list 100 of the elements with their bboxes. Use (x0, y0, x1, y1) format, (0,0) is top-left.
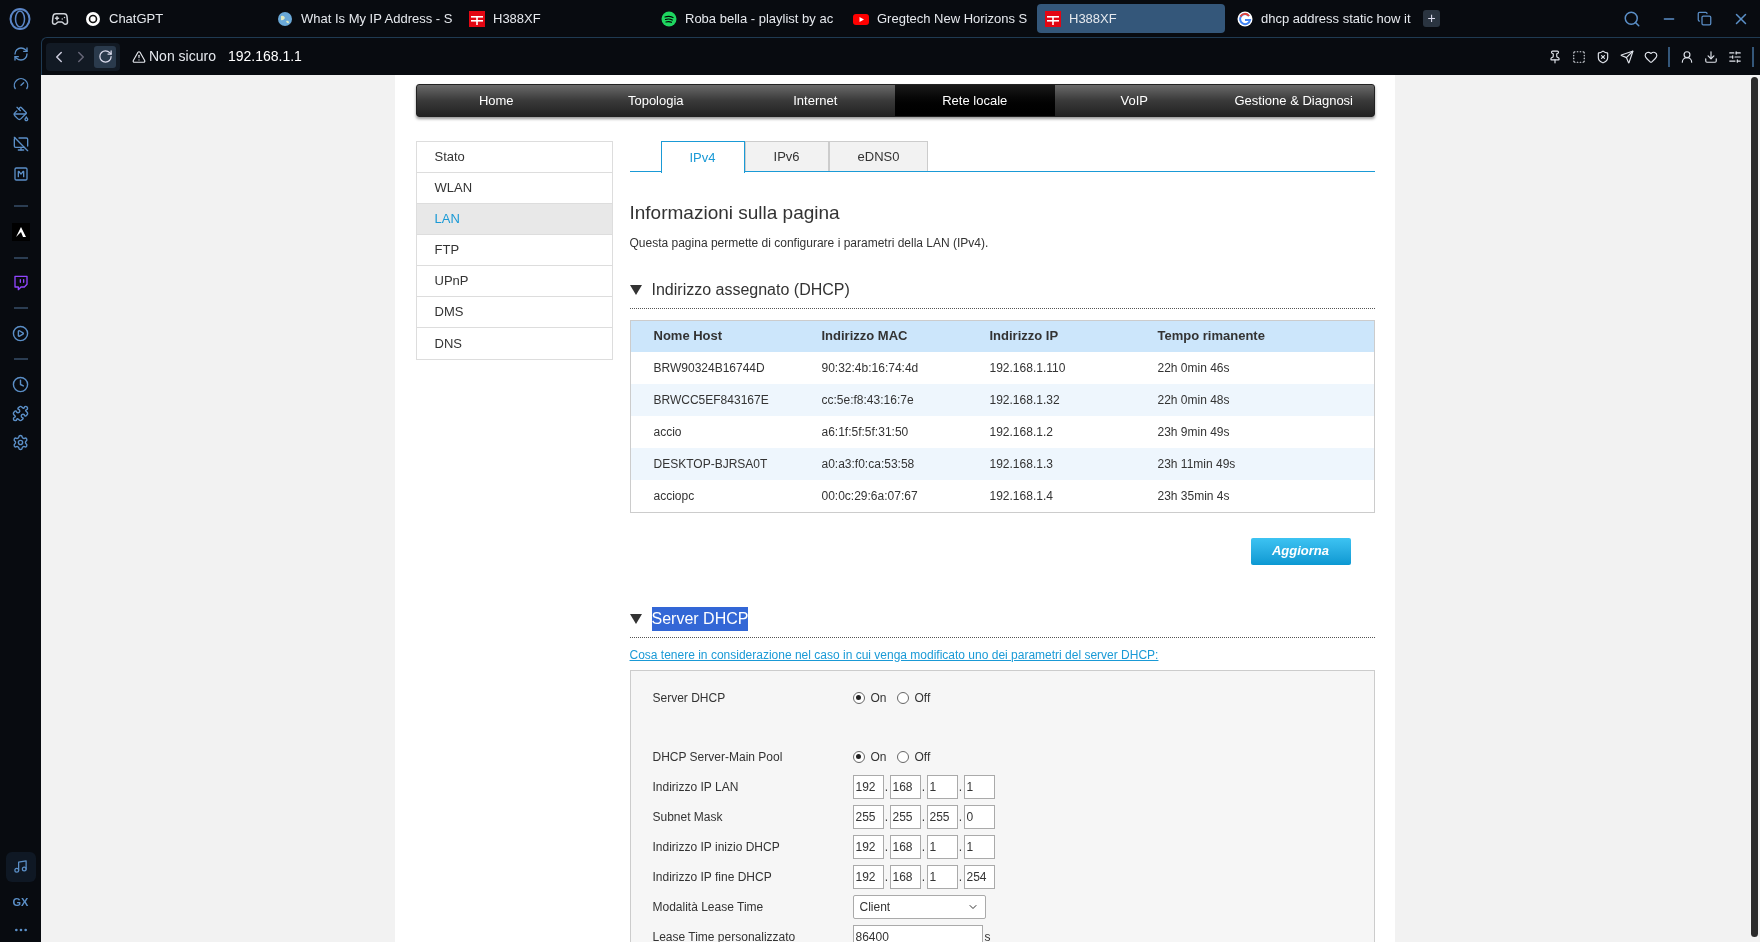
sub-tab[interactable]: eDNS0 (828, 141, 929, 171)
unit-label: s (984, 928, 991, 942)
nav-tab[interactable]: VoIP (1054, 85, 1214, 116)
octet-field[interactable]: 1 (926, 864, 958, 889)
table-cell-text: cc:5e:f8:43:16:7e (821, 391, 915, 409)
ring-icon (1237, 10, 1253, 27)
browser-tab[interactable]: H388XF (1037, 4, 1225, 33)
url-field[interactable]: 192.168.1.1 (227, 46, 302, 67)
player-icon[interactable] (12, 325, 29, 342)
tab-title: H388XF (493, 9, 541, 28)
browser-tab[interactable]: H388XF (461, 4, 649, 33)
octet-separator: . (883, 838, 890, 856)
table-cell-text: 23h 11min 49s (1157, 455, 1237, 473)
octet-field[interactable]: 192 (852, 834, 884, 859)
field-label: Modalità Lease Time (652, 898, 765, 916)
side-menu-item[interactable]: Stato (416, 142, 612, 173)
octet-separator: . (957, 808, 964, 826)
octet-separator: . (920, 778, 927, 796)
sub-tab[interactable]: IPv6 (744, 141, 829, 171)
nav-tab[interactable]: Topologia (576, 85, 736, 116)
table-cell-text: 192.168.1.3 (989, 455, 1054, 473)
browser-tab[interactable]: Roba bella - playlist by ac (653, 4, 841, 33)
peak-logo-icon[interactable] (11, 223, 30, 241)
octet-field[interactable]: 255 (889, 804, 921, 829)
new-tab-button[interactable]: + (1423, 10, 1440, 27)
menu-icon[interactable] (1728, 49, 1742, 64)
side-menu-item[interactable]: FTP (416, 235, 612, 266)
reload-button[interactable] (94, 45, 116, 68)
octet-field[interactable]: 168 (889, 864, 921, 889)
radio-button[interactable] (852, 691, 865, 704)
security-label[interactable]: Non sicuro (149, 46, 216, 67)
pin-icon[interactable] (1548, 49, 1562, 64)
browser-tab[interactable]: ChatGPT (77, 4, 265, 33)
column-header: Indirizzo MAC (821, 327, 909, 346)
lease-time-field[interactable]: 86400 (852, 924, 983, 942)
nav-tab[interactable]: Internet (735, 85, 895, 116)
column-header: Indirizzo IP (989, 327, 1060, 346)
table-cell-text: 22h 0min 48s (1157, 391, 1231, 409)
octet-field[interactable]: 192 (852, 774, 884, 799)
search-icon[interactable] (1623, 9, 1641, 28)
section-title: Server DHCP (651, 606, 749, 631)
warning-icon[interactable] (132, 49, 146, 64)
octet-separator: . (920, 868, 927, 886)
shield-icon[interactable] (1596, 49, 1610, 64)
octet-field[interactable]: 168 (889, 834, 921, 859)
nav-tab[interactable]: Rete locale (895, 85, 1055, 116)
section-title: Indirizzo assegnato (DHCP) (651, 279, 850, 300)
tab-title: ChatGPT (109, 9, 164, 28)
nav-tab[interactable]: Gestione & Diagnosi (1214, 85, 1374, 116)
table-cell-text: 23h 35min 4s (1157, 487, 1231, 505)
lease-mode-select[interactable]: Client (852, 894, 986, 919)
octet-field[interactable]: 255 (926, 804, 958, 829)
octet-separator: . (957, 778, 964, 796)
settings-icon[interactable] (12, 434, 29, 451)
history-icon[interactable] (12, 376, 29, 393)
octet-field[interactable]: 255 (852, 804, 884, 829)
extensions-icon[interactable] (12, 405, 29, 422)
gx-label[interactable]: GX (12, 893, 29, 910)
ring-logo-icon[interactable] (9, 7, 31, 30)
radio-button[interactable] (896, 750, 909, 763)
page-description: Questa pagina permette di configurare i parametri della LAN (IPv4). (629, 234, 990, 252)
music-button[interactable] (5, 851, 36, 882)
send-icon[interactable] (1620, 49, 1634, 64)
table-cell-text: 192.168.1.110 (989, 359, 1067, 377)
radio-button[interactable] (896, 691, 909, 704)
octet-field[interactable]: 1 (926, 834, 958, 859)
download-icon[interactable] (1704, 49, 1718, 64)
twitch-icon[interactable] (12, 275, 29, 291)
snapshot-icon[interactable] (1572, 49, 1586, 64)
octet-field[interactable]: 1 (963, 834, 995, 859)
octet-separator: . (883, 808, 890, 826)
table-cell-text: accio (653, 423, 683, 441)
tab-title: What Is My IP Address - S (301, 9, 453, 28)
side-menu-item[interactable]: DNS (416, 328, 612, 359)
triangle-icon[interactable] (629, 284, 642, 295)
heart-icon[interactable] (1644, 49, 1658, 64)
side-menu-item[interactable]: UPnP (416, 266, 612, 297)
radio-label: Off (914, 689, 931, 707)
octet-field[interactable]: 0 (963, 804, 995, 829)
browser-tab[interactable]: Gregtech New Horizons S (845, 4, 1033, 33)
nav-tab[interactable]: Home (416, 85, 576, 116)
octet-field[interactable]: 1 (926, 774, 958, 799)
restore-icon[interactable] (1697, 11, 1712, 26)
field-label: Subnet Mask (652, 808, 724, 826)
tab-title: Gregtech New Horizons S (877, 9, 1028, 28)
table-cell-text: BRWCC5EF843167E (653, 391, 770, 409)
side-menu-item[interactable]: DMS (416, 297, 612, 328)
profile-icon[interactable] (1680, 49, 1694, 64)
field-label: Server DHCP (652, 689, 727, 707)
browser-tab[interactable]: dhcp address static how it (1229, 4, 1417, 33)
browser-tab[interactable]: What Is My IP Address - S (269, 4, 457, 33)
table-cell-text: 192.168.1.4 (989, 487, 1054, 505)
octet-field[interactable]: 1 (963, 774, 995, 799)
table-cell-text: DESKTOP-BJRSA0T (653, 455, 769, 473)
octet-field[interactable]: 254 (963, 864, 995, 889)
scrollbar-thumb[interactable] (1750, 77, 1758, 937)
octet-field[interactable]: 192 (852, 864, 884, 889)
triangle-icon[interactable] (629, 613, 642, 624)
octet-field[interactable]: 168 (889, 774, 921, 799)
radio-button[interactable] (852, 750, 865, 763)
